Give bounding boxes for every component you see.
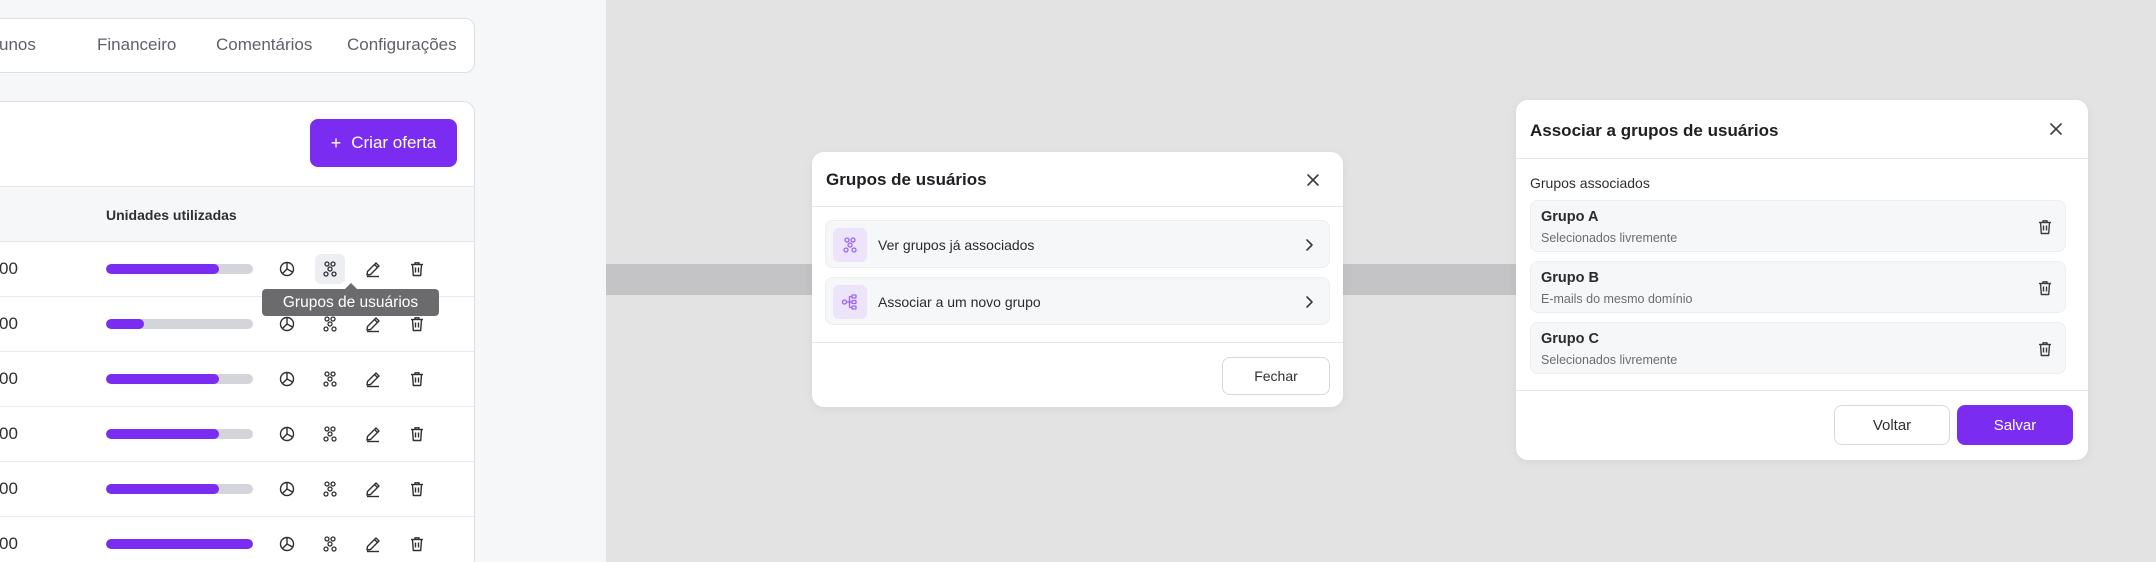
trash-icon[interactable] — [402, 364, 432, 394]
tab-financeiro[interactable]: Financeiro — [97, 35, 176, 55]
dialog-footer: Voltar Salvar — [1516, 390, 2088, 460]
edit-icon[interactable] — [358, 474, 388, 504]
edit-icon[interactable] — [358, 529, 388, 559]
plus-icon: + — [330, 132, 342, 153]
close-button[interactable]: Fechar — [1222, 357, 1330, 395]
create-offer-label: Criar oferta — [351, 133, 437, 152]
report-icon[interactable] — [272, 474, 302, 504]
report-icon[interactable] — [272, 529, 302, 559]
user-groups-icon[interactable] — [315, 419, 345, 449]
tab-comentarios[interactable]: Comentários — [216, 35, 312, 55]
edit-icon[interactable] — [358, 419, 388, 449]
units-progress-bar — [106, 429, 253, 439]
group-name: Grupo B — [1541, 270, 1599, 286]
user-groups-icon[interactable] — [315, 364, 345, 394]
offer-value: 00 — [0, 369, 18, 388]
trash-icon[interactable] — [402, 529, 432, 559]
units-progress-bar — [106, 539, 253, 549]
offer-value: 00 — [0, 314, 18, 333]
table-row: 00 — [0, 352, 474, 407]
table-row: 00 — [0, 517, 474, 562]
edit-icon[interactable] — [358, 254, 388, 284]
user-groups-dialog: Grupos de usuários Ver grupos já associa… — [812, 152, 1343, 407]
table-header: Unidades utilizadas — [0, 186, 474, 242]
units-progress-fill — [106, 319, 145, 329]
units-progress-bar — [106, 484, 253, 494]
view-associated-groups-option[interactable]: Ver grupos já associados — [825, 220, 1330, 268]
group-name: Grupo C — [1541, 331, 1599, 347]
edit-icon[interactable] — [358, 364, 388, 394]
units-progress-fill — [106, 539, 253, 549]
offer-value: 00 — [0, 534, 18, 553]
user-groups-icon[interactable] — [315, 254, 345, 284]
tab-alunos[interactable]: unos — [0, 35, 36, 55]
user-groups-icon[interactable] — [315, 474, 345, 504]
dialog-header: Associar a grupos de usuários — [1516, 100, 2088, 159]
units-progress-fill — [106, 264, 220, 274]
create-offer-button[interactable]: + Criar oferta — [310, 119, 457, 167]
trash-icon[interactable] — [402, 474, 432, 504]
associated-group-item: Grupo B E-mails do mesmo domínio — [1530, 261, 2066, 313]
report-icon[interactable] — [272, 419, 302, 449]
associate-new-group-option[interactable]: Associar a um novo grupo — [825, 277, 1330, 325]
trash-icon[interactable] — [2036, 340, 2054, 358]
tooltip-user-groups: Grupos de usuários — [262, 283, 439, 316]
associated-group-item: Grupo C Selecionados livremente — [1530, 322, 2066, 374]
save-button[interactable]: Salvar — [1957, 405, 2073, 445]
option-label: Associar a um novo grupo — [878, 294, 1041, 310]
offer-value: 00 — [0, 479, 18, 498]
group-rule: E-mails do mesmo domínio — [1541, 292, 1693, 306]
option-label: Ver grupos já associados — [878, 237, 1035, 253]
offer-value: 00 — [0, 424, 18, 443]
offer-value: 00 — [0, 259, 18, 278]
units-progress-bar — [106, 319, 253, 329]
trash-icon[interactable] — [402, 254, 432, 284]
associated-group-item: Grupo A Selecionados livremente — [1530, 200, 2066, 252]
report-icon[interactable] — [272, 364, 302, 394]
units-progress-fill — [106, 374, 220, 384]
hierarchy-icon — [833, 285, 867, 319]
associated-groups-label: Grupos associados — [1530, 175, 1650, 191]
units-progress-fill — [106, 429, 220, 439]
table-row: 00 — [0, 407, 474, 462]
close-icon[interactable] — [2042, 115, 2070, 143]
trash-icon[interactable] — [2036, 279, 2054, 297]
close-icon[interactable] — [1299, 166, 1327, 194]
offers-page: unos Financeiro Comentários Configuraçõe… — [0, 0, 606, 562]
tab-bar: unos Financeiro Comentários Configuraçõe… — [0, 18, 475, 73]
group-rule: Selecionados livremente — [1541, 231, 1678, 245]
group-name: Grupo A — [1541, 209, 1599, 225]
dialog-title: Associar a grupos de usuários — [1530, 121, 1779, 140]
chevron-right-icon — [1306, 239, 1313, 251]
user-groups-icon[interactable] — [315, 529, 345, 559]
units-progress-fill — [106, 484, 220, 494]
users-group-icon — [833, 228, 867, 262]
report-icon[interactable] — [272, 254, 302, 284]
chevron-right-icon — [1306, 296, 1313, 308]
back-button[interactable]: Voltar — [1834, 405, 1950, 445]
dialog-header: Grupos de usuários — [812, 152, 1343, 207]
column-header-units: Unidades utilizadas — [106, 207, 237, 223]
associate-groups-dialog: Associar a grupos de usuários Grupos ass… — [1516, 100, 2088, 460]
units-progress-bar — [106, 264, 253, 274]
offers-card: + Criar oferta Unidades utilizadas 00 00 0… — [0, 101, 475, 562]
dialog-title: Grupos de usuários — [826, 170, 987, 189]
tab-configuracoes[interactable]: Configurações — [347, 35, 457, 55]
units-progress-bar — [106, 374, 253, 384]
dialog-footer: Fechar — [812, 342, 1343, 407]
trash-icon[interactable] — [2036, 218, 2054, 236]
table-row: 00 — [0, 462, 474, 517]
trash-icon[interactable] — [402, 419, 432, 449]
group-rule: Selecionados livremente — [1541, 353, 1678, 367]
